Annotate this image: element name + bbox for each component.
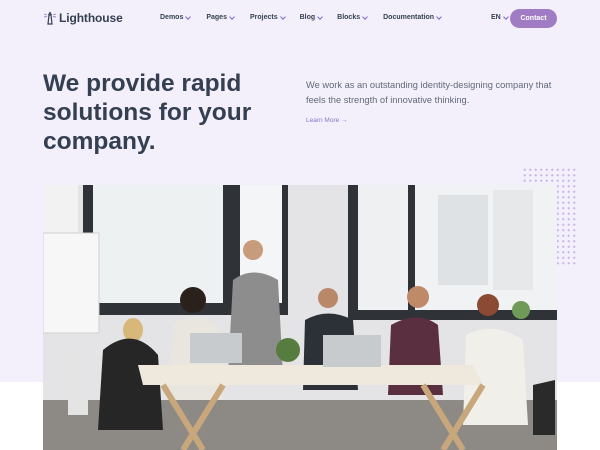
brand-name: Lighthouse <box>59 11 123 25</box>
nav-item-demos[interactable]: Demos <box>160 13 192 21</box>
chevron-down-icon <box>279 13 286 20</box>
main-menu: Demos Pages Projects Blog Blocks Documen… <box>160 13 456 21</box>
nav-item-projects[interactable]: Projects <box>249 13 286 21</box>
lighthouse-icon <box>43 11 57 25</box>
nav-item-blocks[interactable]: Blocks <box>337 13 368 21</box>
language-selector[interactable]: EN <box>491 13 509 21</box>
learn-more-link[interactable]: Learn More → <box>306 117 348 124</box>
top-navbar: Lighthouse Demos Pages Projects Blog Blo… <box>0 0 600 36</box>
hero-title: We provide rapid solutions for your comp… <box>43 70 252 155</box>
chevron-down-icon <box>185 13 192 20</box>
chevron-down-icon <box>229 13 235 20</box>
chevron-down-icon <box>362 13 368 20</box>
hero-team-photo <box>43 185 557 450</box>
nav-item-label: Blocks <box>337 14 361 21</box>
nav-item-documentation[interactable]: Documentation <box>383 13 442 21</box>
chevron-down-icon <box>436 13 442 20</box>
nav-item-label: Blog <box>299 14 316 21</box>
team-meeting-image <box>43 185 557 450</box>
chevron-down-icon <box>502 13 509 20</box>
nav-item-pages[interactable]: Pages <box>206 13 235 21</box>
contact-button[interactable]: Contact <box>510 9 557 28</box>
nav-item-label: Documentation <box>383 14 435 21</box>
hero-description: We work as an outstanding identity-desig… <box>306 80 552 105</box>
chevron-down-icon <box>317 13 323 20</box>
brand-logo[interactable]: Lighthouse <box>43 10 123 26</box>
nav-item-label: Demos <box>160 14 184 21</box>
language-label: EN <box>491 14 501 21</box>
nav-item-blog[interactable]: Blog <box>299 13 323 21</box>
nav-item-label: Pages <box>206 14 227 21</box>
nav-item-label: Projects <box>249 14 278 21</box>
